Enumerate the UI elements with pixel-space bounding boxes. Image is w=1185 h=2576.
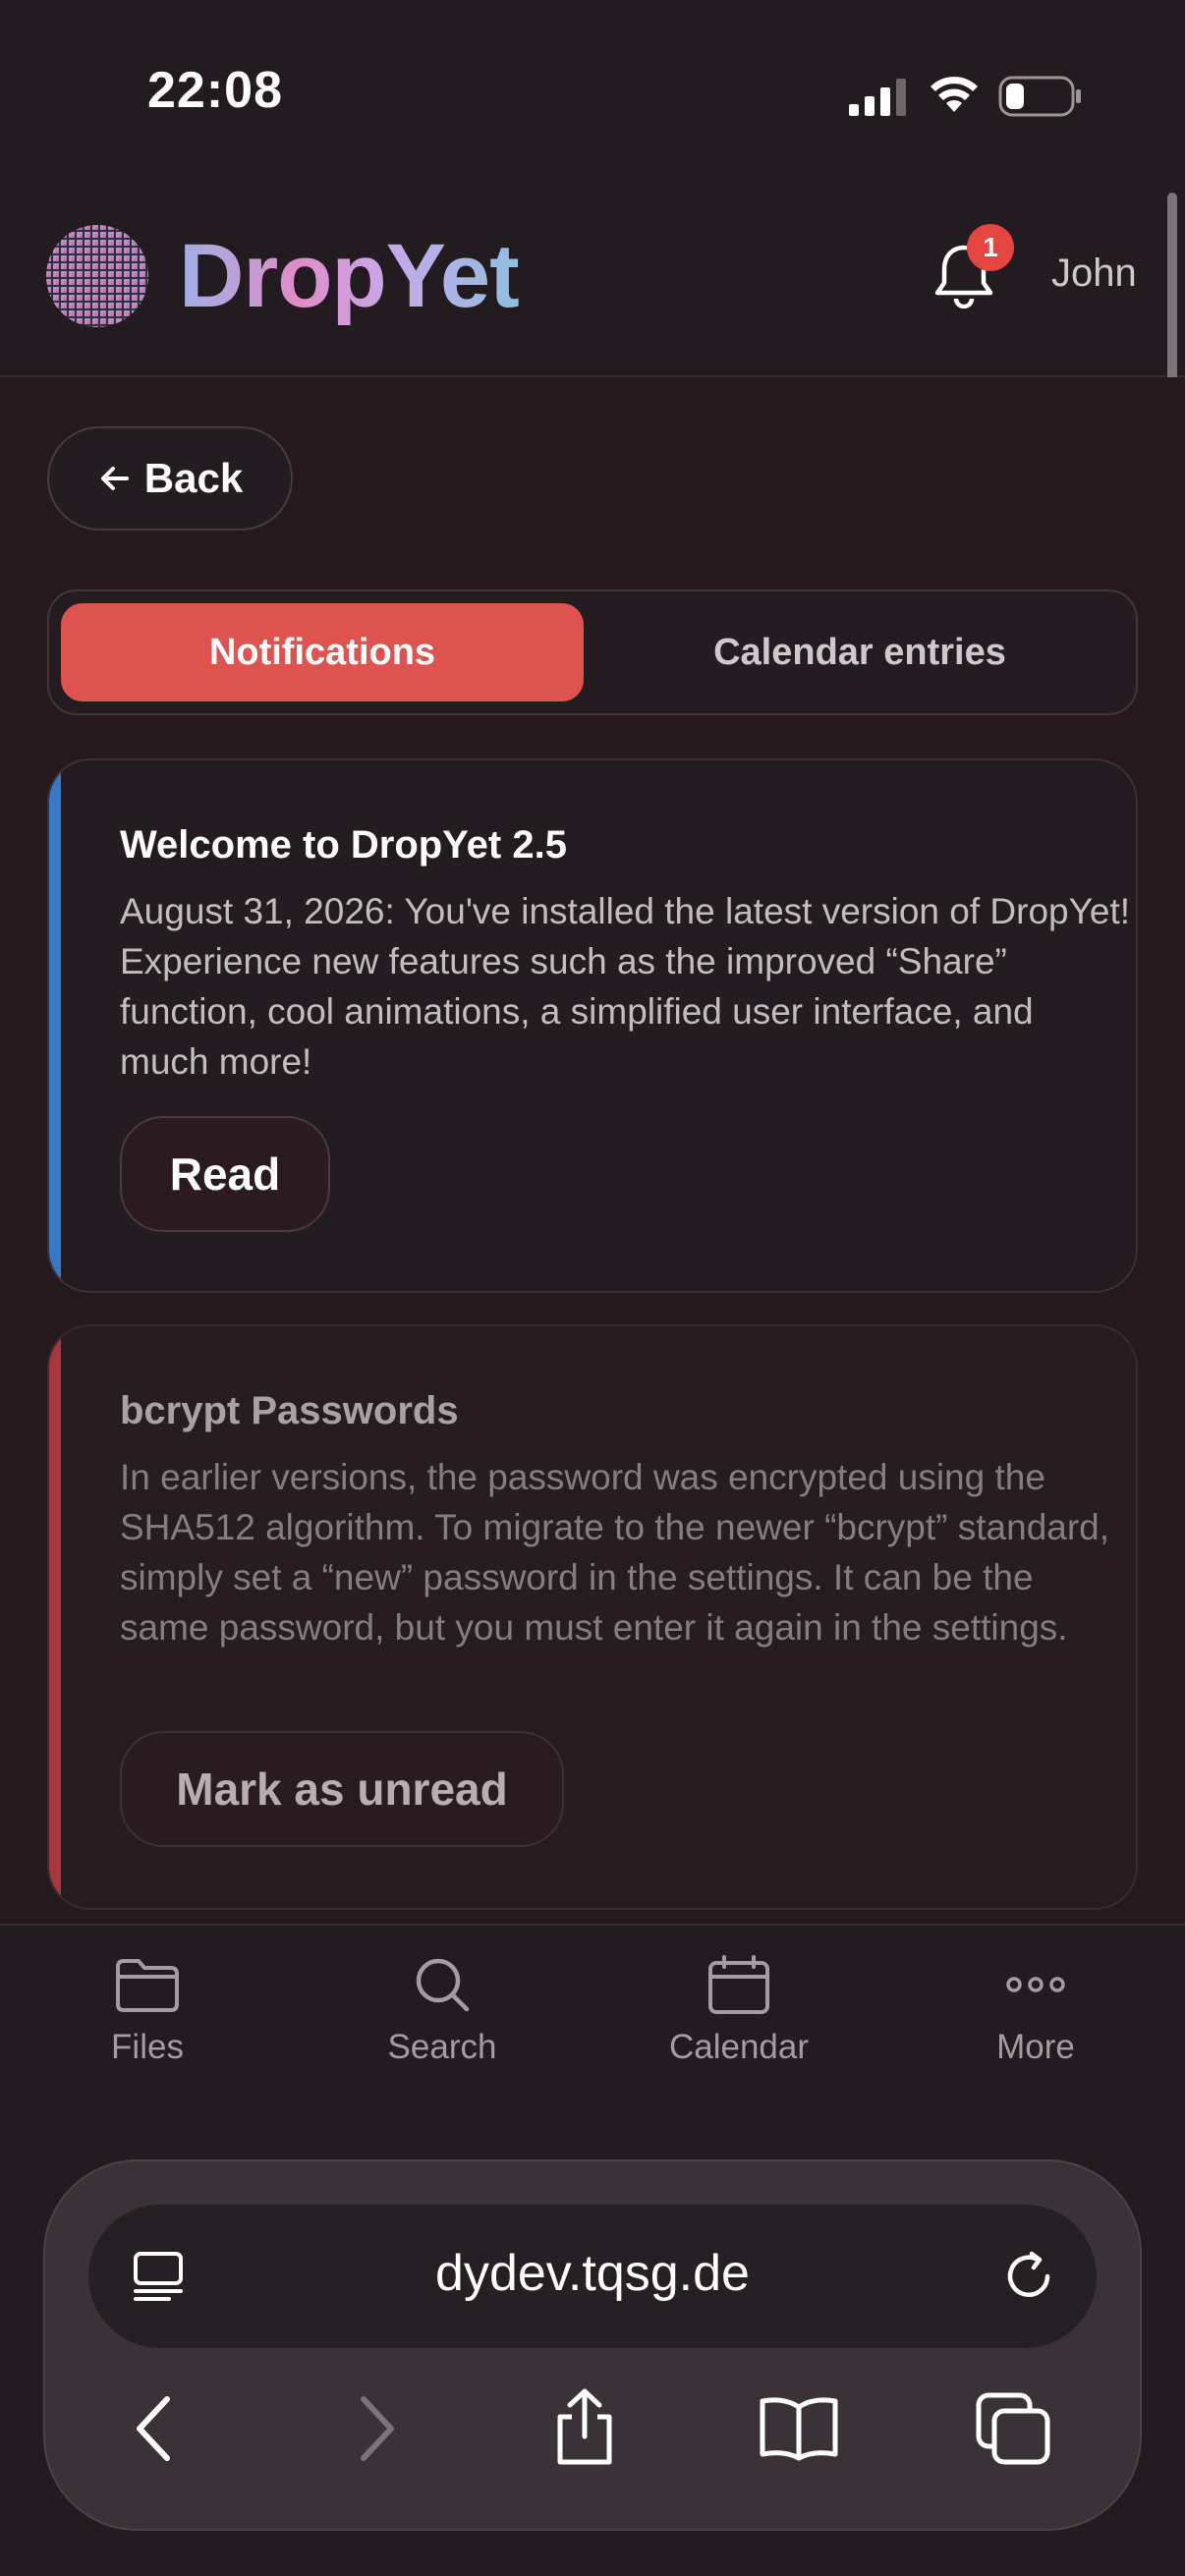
calendar-icon: [708, 1955, 769, 2014]
user-name[interactable]: John: [1051, 252, 1137, 296]
brand-name: DropYet: [179, 222, 520, 330]
search-icon: [416, 1958, 470, 2012]
notification-card: bcrypt Passwords In earlier versions, th…: [47, 1324, 1138, 1910]
notification-accent-bar: [49, 760, 61, 1291]
nav-label-calendar: Calendar: [668, 2028, 810, 2066]
tabs-icon[interactable]: [973, 2389, 1055, 2468]
read-button[interactable]: Read: [120, 1116, 330, 1232]
arrow-left-icon: [100, 467, 129, 490]
more-icon: [1006, 1977, 1065, 1992]
mark-as-unread-button[interactable]: Mark as unread: [120, 1731, 564, 1847]
tab-calendar-entries[interactable]: Calendar entries: [590, 603, 1130, 701]
notification-title: Welcome to DropYet 2.5: [120, 823, 567, 867]
back-button-label: Back: [143, 455, 244, 501]
cellular-signal-icon: [849, 79, 906, 116]
nav-label-more: More: [996, 2028, 1075, 2066]
bookmarks-icon[interactable]: [757, 2393, 841, 2462]
notification-card: Welcome to DropYet 2.5 August 31, 2026: …: [47, 758, 1138, 1293]
notification-body: In earlier versions, the password was en…: [120, 1457, 1110, 1648]
notification-count-badge: 1: [967, 224, 1014, 271]
browser-back-icon[interactable]: [130, 2393, 179, 2464]
nav-label-search: Search: [387, 2028, 497, 2066]
share-icon[interactable]: [550, 2385, 619, 2468]
notification-body: August 31, 2026: You've installed the la…: [120, 891, 1131, 1082]
status-time: 22:08: [147, 62, 283, 119]
back-button[interactable]: Back: [47, 426, 293, 531]
nav-item-files[interactable]: Files: [49, 1955, 246, 2067]
dropyet-logo-icon: [46, 225, 148, 327]
wifi-icon: [931, 77, 978, 112]
folder-icon: [116, 1959, 179, 2012]
nav-item-calendar[interactable]: Calendar: [641, 1955, 837, 2067]
battery-icon: [998, 76, 1081, 117]
reload-icon[interactable]: [998, 2246, 1059, 2307]
browser-forward-icon: [361, 2396, 394, 2461]
app-header: [0, 187, 1185, 377]
nav-item-more[interactable]: More: [937, 1955, 1134, 2067]
nav-item-search[interactable]: Search: [344, 1955, 540, 2067]
tab-notifications[interactable]: Notifications: [61, 603, 584, 701]
notification-title: bcrypt Passwords: [120, 1389, 459, 1432]
nav-label-files: Files: [111, 2028, 184, 2066]
notification-accent-bar: [49, 1326, 61, 1908]
